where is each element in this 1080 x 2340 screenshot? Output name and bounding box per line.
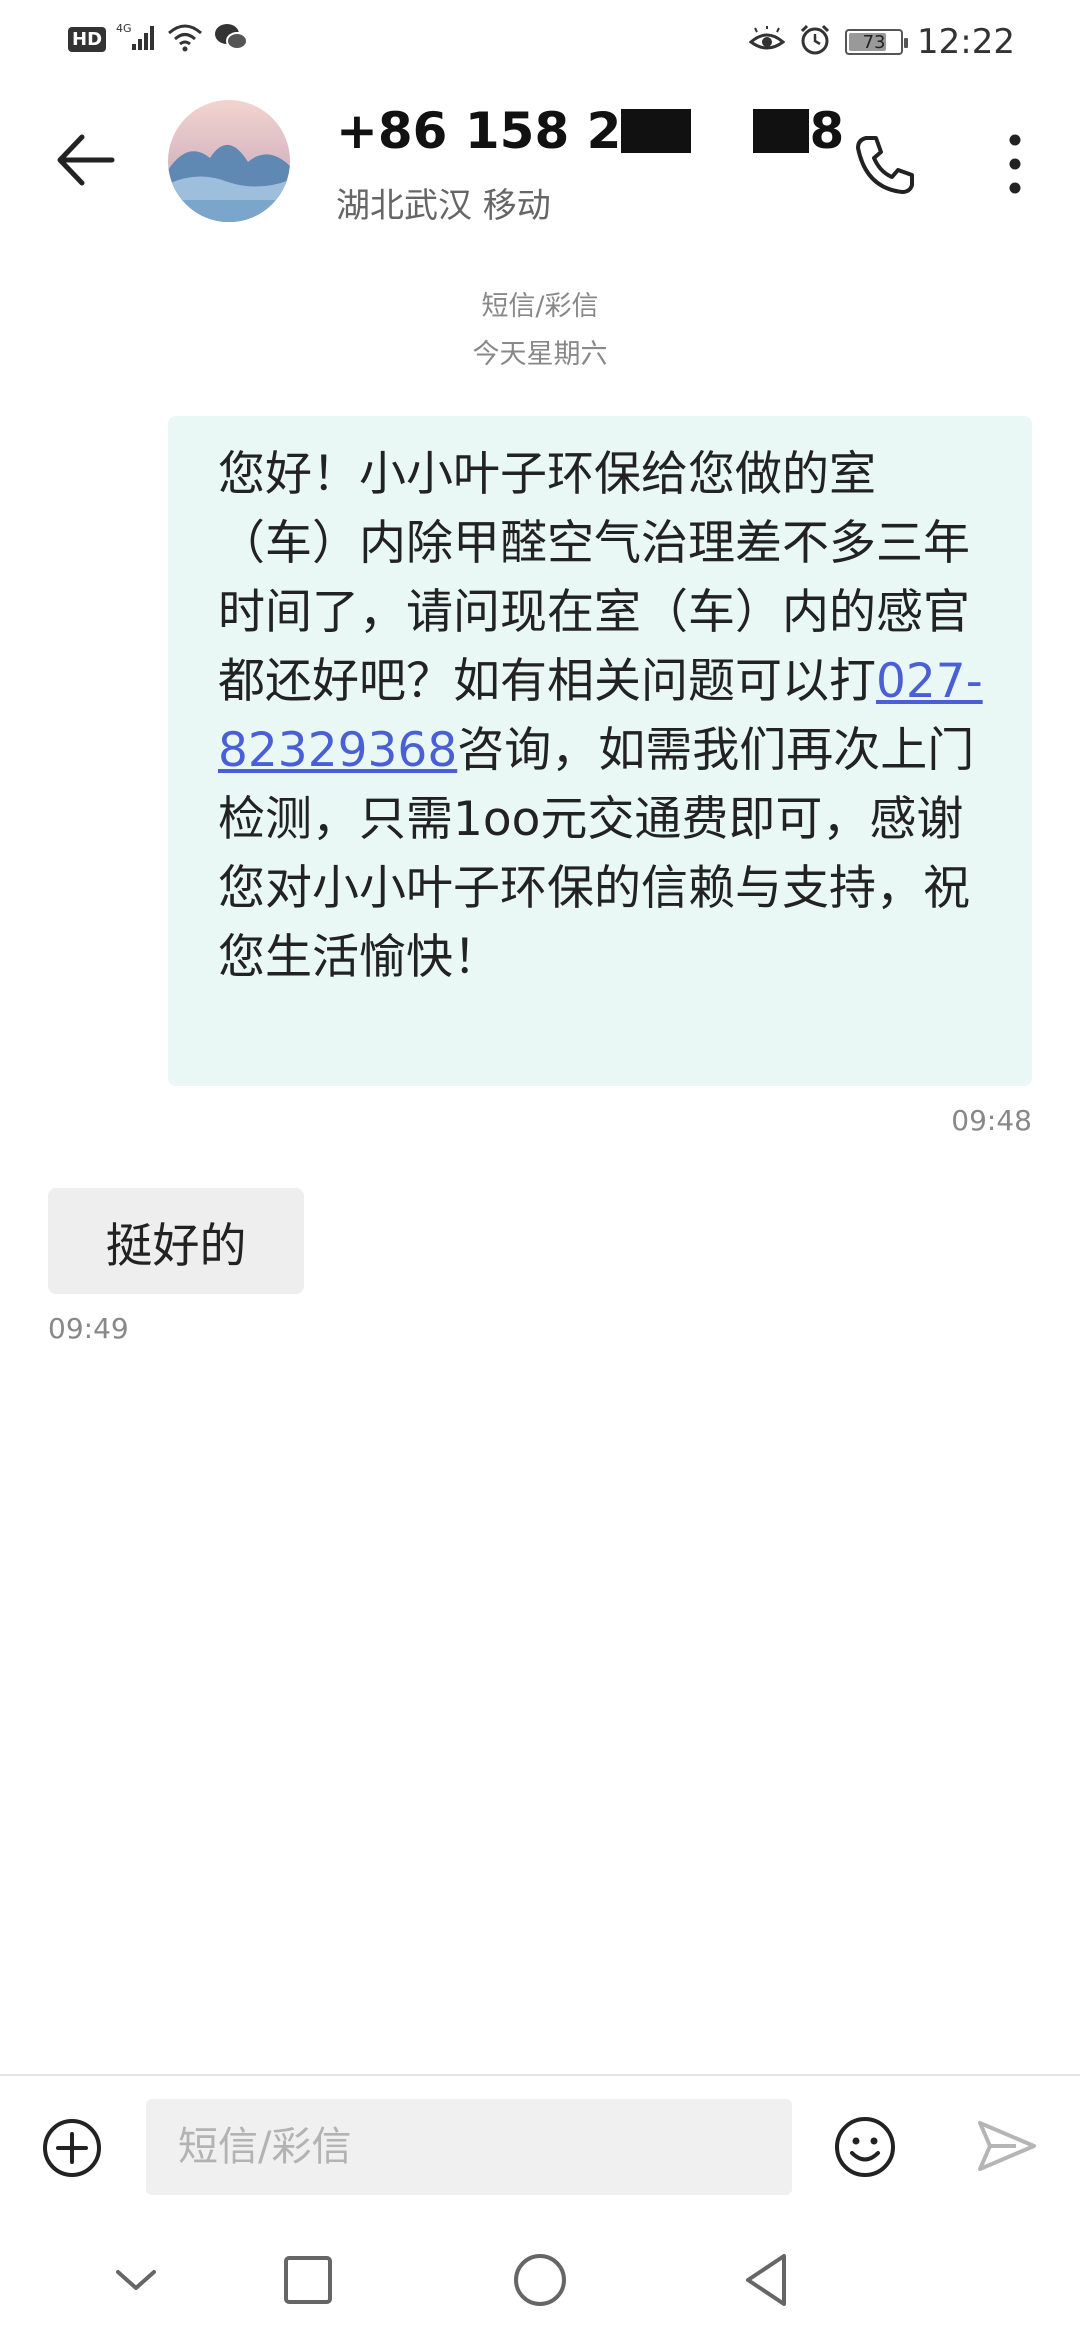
contact-name-visible-start: +86 158 2 bbox=[336, 102, 622, 160]
signal-icon: 4G bbox=[116, 22, 156, 56]
battery-level: 73 bbox=[862, 31, 886, 53]
channel-label: 短信/彩信 bbox=[481, 291, 599, 322]
composer-divider bbox=[0, 2074, 1080, 2076]
battery-icon: 73 bbox=[845, 29, 909, 55]
more-vertical-icon bbox=[1009, 134, 1021, 194]
phone-icon bbox=[856, 136, 914, 194]
contact-name-visible-end: 8 bbox=[809, 102, 845, 160]
back-button[interactable] bbox=[50, 125, 120, 195]
conversation-header: +86 158 2 8 湖北武汉 移动 bbox=[0, 90, 1080, 250]
network-type: 4G bbox=[116, 22, 132, 35]
avatar-landscape-image bbox=[168, 100, 290, 222]
message-text: 挺好的 bbox=[105, 1218, 247, 1274]
message-bubble-green[interactable]: 您好！小小叶子环保给您做的室（车）内除甲醛空气治理差不多三年时间了，请问现在室（… bbox=[168, 416, 1032, 1086]
message-text: 您好！小小叶子环保给您做的室（车）内除甲醛空气治理差不多三年时间了，请问现在室（… bbox=[218, 447, 970, 709]
status-right: 73 12:22 bbox=[748, 22, 1015, 62]
alarm-icon bbox=[799, 24, 831, 60]
message-time: 09:49 bbox=[48, 1312, 129, 1345]
sms-conversation-screen: HD 4G 73 12:22 +86 158 2 8 湖北武汉 移动 短信/彩信… bbox=[0, 0, 1080, 2340]
redaction-block bbox=[621, 108, 692, 153]
nav-recents-button[interactable] bbox=[276, 2248, 340, 2312]
back-arrow-icon bbox=[57, 134, 115, 186]
nav-home-button[interactable] bbox=[508, 2248, 572, 2312]
eye-icon bbox=[748, 26, 786, 58]
send-button[interactable] bbox=[976, 2118, 1038, 2174]
message-bubble-grey[interactable]: 挺好的 bbox=[48, 1188, 304, 1294]
contact-location: 湖北武汉 移动 bbox=[336, 186, 551, 226]
hd-badge: HD bbox=[68, 26, 107, 52]
message-time: 09:48 bbox=[951, 1104, 1032, 1137]
status-time: 12:22 bbox=[917, 22, 1015, 62]
wifi-icon bbox=[166, 22, 204, 56]
system-nav-bar bbox=[0, 2220, 1080, 2340]
emoji-button[interactable] bbox=[832, 2114, 898, 2180]
attach-button[interactable] bbox=[40, 2116, 104, 2180]
emoji-icon bbox=[835, 2117, 895, 2177]
status-bar: HD 4G 73 12:22 bbox=[0, 0, 1080, 90]
back-triangle-icon bbox=[746, 2254, 786, 2306]
redaction-block bbox=[753, 108, 810, 153]
circle-icon bbox=[514, 2254, 566, 2306]
wechat-icon bbox=[214, 22, 249, 56]
nav-collapse-button[interactable] bbox=[104, 2248, 168, 2312]
square-icon bbox=[284, 2256, 332, 2304]
nav-back-button[interactable] bbox=[736, 2248, 800, 2312]
status-left: HD 4G bbox=[68, 22, 249, 56]
chevron-down-icon bbox=[116, 2270, 156, 2290]
contact-name: +86 158 2 8 bbox=[336, 102, 844, 160]
avatar[interactable] bbox=[168, 100, 290, 222]
date-label: 今天星期六 bbox=[472, 339, 608, 370]
more-options-button[interactable] bbox=[995, 128, 1035, 200]
message-input[interactable] bbox=[146, 2099, 792, 2195]
send-icon bbox=[978, 2121, 1036, 2171]
plus-circle-icon bbox=[43, 2119, 101, 2177]
call-button[interactable] bbox=[850, 130, 920, 200]
